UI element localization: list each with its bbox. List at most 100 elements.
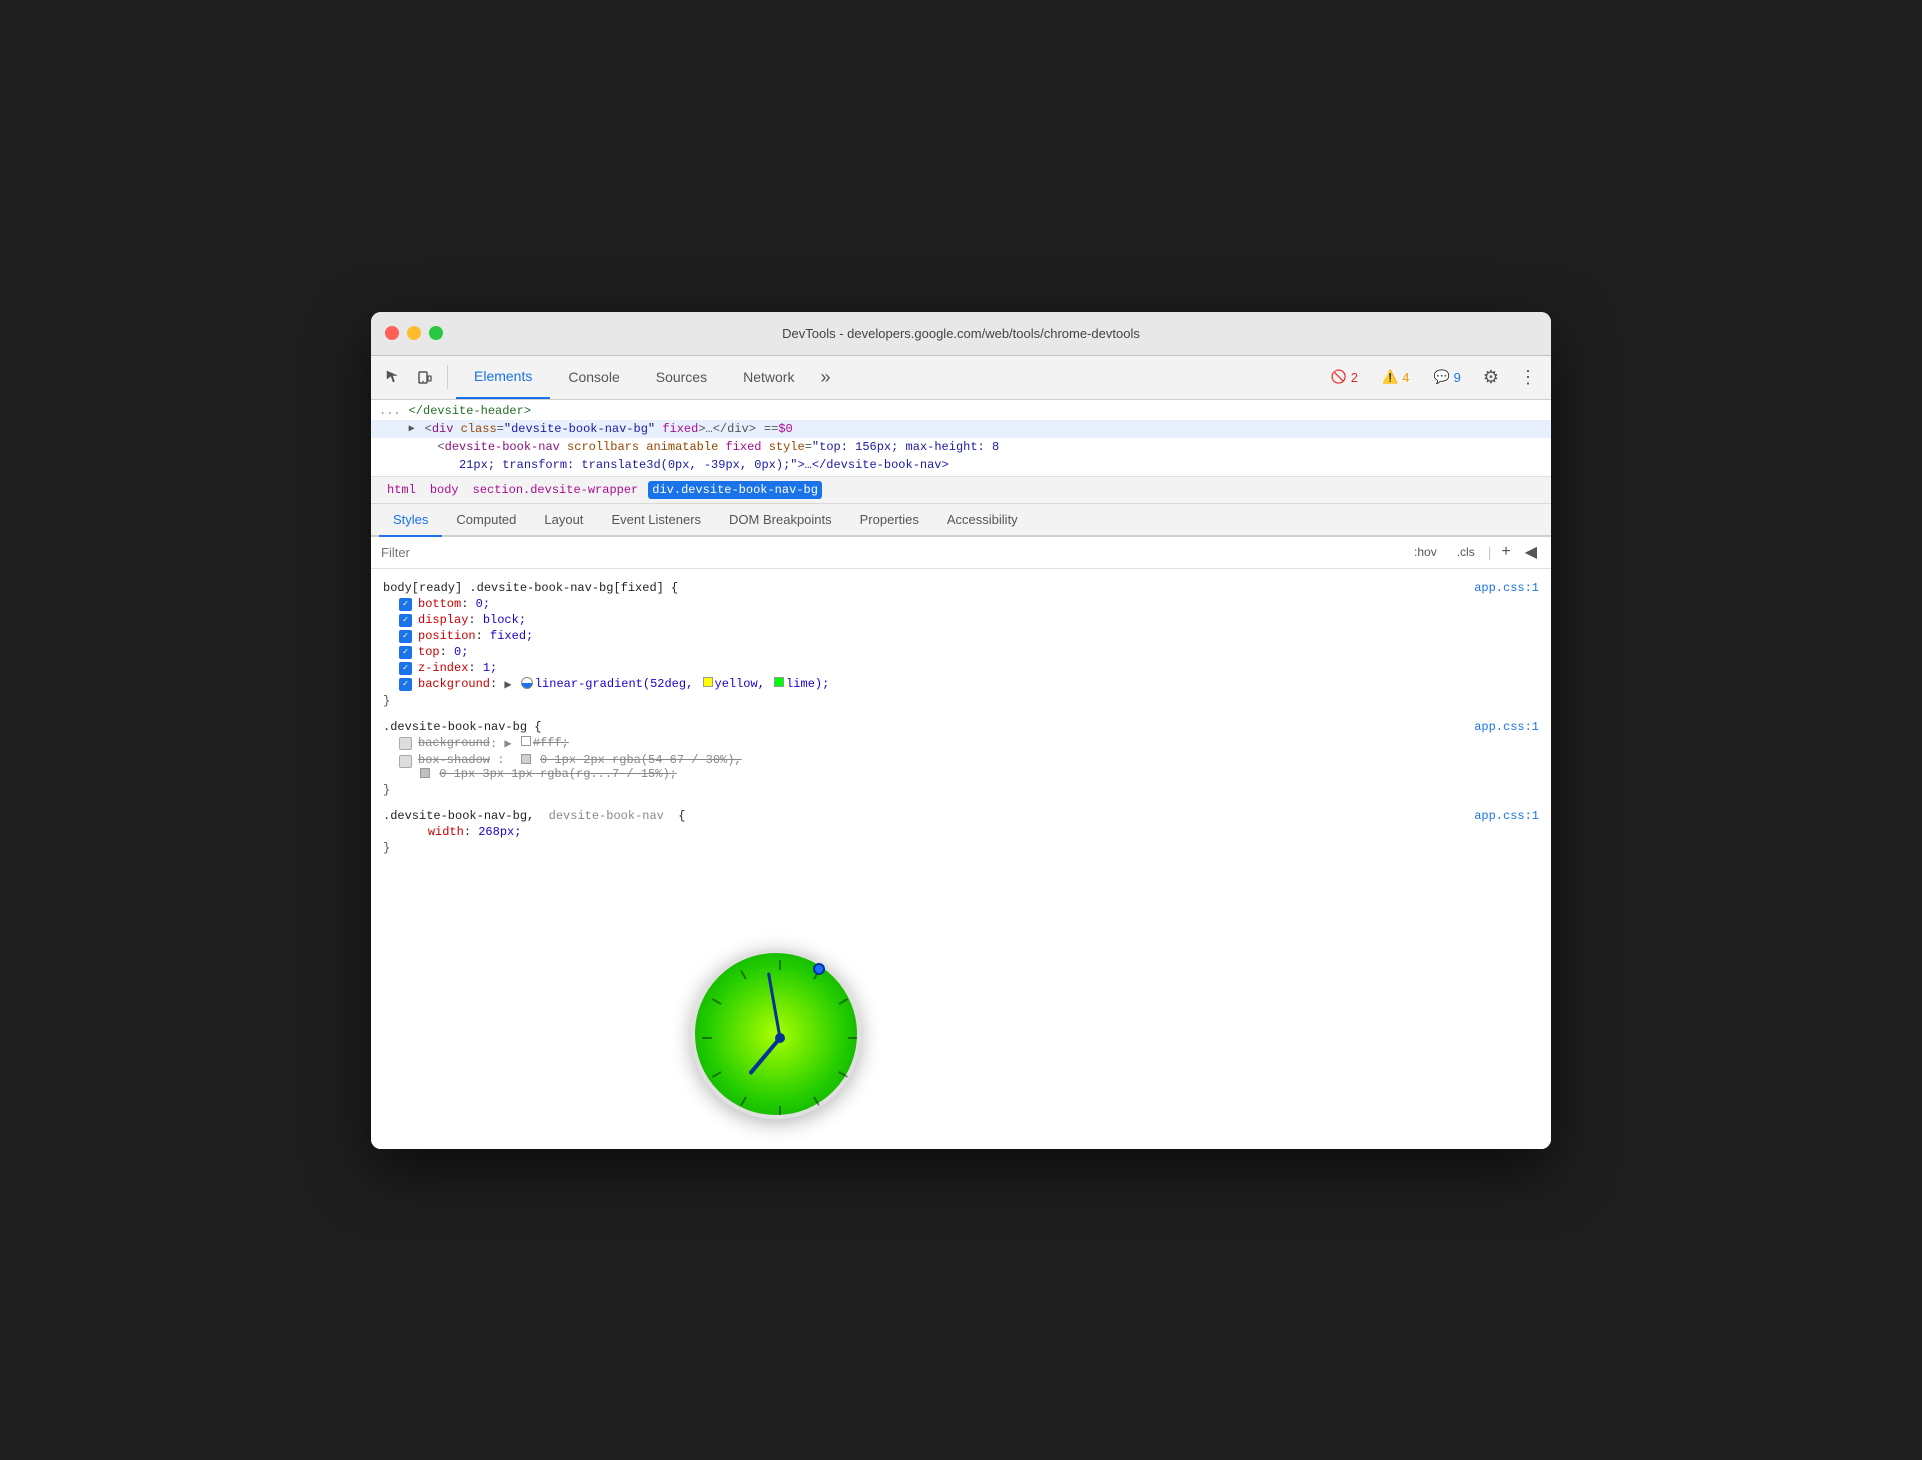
breadcrumb-section[interactable]: section.devsite-wrapper <box>469 481 643 499</box>
prop-val-display[interactable]: block; <box>483 613 526 627</box>
close-button[interactable] <box>385 326 399 340</box>
breadcrumb-div[interactable]: div.devsite-book-nav-bg <box>648 481 822 499</box>
prop-name-zindex[interactable]: z-index <box>418 661 468 675</box>
prop-name-top[interactable]: top <box>418 645 440 659</box>
prop-name-width[interactable]: width <box>428 825 464 839</box>
space-3 <box>560 440 567 454</box>
checkbox-display[interactable] <box>399 614 412 627</box>
rule-body-1: bottom : 0; display : block; <box>383 597 1539 692</box>
indent-width <box>399 825 428 839</box>
selector-text-1[interactable]: body[ready] .devsite-book-nav-bg[fixed] … <box>383 581 678 595</box>
clock-overlay <box>691 949 861 1119</box>
breadcrumb-body[interactable]: body <box>426 481 463 499</box>
lime-swatch[interactable] <box>774 677 784 687</box>
prop-name-background[interactable]: background <box>418 677 490 691</box>
tab-network[interactable]: Network <box>725 355 812 399</box>
prop-name-display[interactable]: display <box>418 613 468 627</box>
css-prop-background-2: background : ▶ #fff; <box>399 736 1539 751</box>
bs-val-1[interactable]: 0 1px 2px rgba(54 67 / 30%), <box>540 753 742 767</box>
prop-name-position[interactable]: position <box>418 629 476 643</box>
tab-styles[interactable]: Styles <box>379 504 442 537</box>
errors-badge[interactable]: 🚫 2 <box>1323 366 1366 388</box>
sub-tabs-bar: Styles Computed Layout Event Listeners D… <box>371 504 1551 537</box>
ellipsis-dots: ... <box>379 404 401 418</box>
checkbox-bottom[interactable] <box>399 598 412 611</box>
device-toolbar-button[interactable] <box>411 363 439 391</box>
tab-properties[interactable]: Properties <box>846 504 933 537</box>
bs-val-2[interactable]: 0 1px 3px 1px rgba(rg...7 / 15%); <box>439 767 677 781</box>
tab-layout[interactable]: Layout <box>530 504 597 537</box>
prop-val-bottom[interactable]: 0; <box>476 597 490 611</box>
breadcrumb-bar: html body section.devsite-wrapper div.de… <box>371 477 1551 504</box>
prop-name-bs[interactable]: box-shadow <box>418 753 490 767</box>
breadcrumb-html[interactable]: html <box>383 481 420 499</box>
tag-rest-2: >…</div> <box>698 422 756 436</box>
style-attr-3: style <box>769 440 805 454</box>
prop-name-bottom[interactable]: bottom <box>418 597 461 611</box>
tab-sources[interactable]: Sources <box>638 355 725 399</box>
tab-dom-breakpoints[interactable]: DOM Breakpoints <box>715 504 846 537</box>
white-swatch[interactable] <box>521 736 531 746</box>
collapse-button[interactable]: ◀ <box>1521 542 1541 562</box>
rule-source-3[interactable]: app.css:1 <box>1474 809 1539 823</box>
cls-button[interactable]: .cls <box>1450 542 1482 562</box>
tab-accessibility[interactable]: Accessibility <box>933 504 1032 537</box>
shadow-swatch-2[interactable] <box>420 768 430 778</box>
rule-close-brace-3: } <box>383 841 1539 855</box>
prop-val-bg-2[interactable]: #fff; <box>533 736 569 750</box>
selector-text-3b: devsite-book-nav <box>541 809 671 823</box>
html-line-2[interactable]: ▶ < div class = "devsite-book-nav-bg" fi… <box>371 420 1551 438</box>
bs-line-1: box-shadow : 0 1px 2px rgba(54 67 / 30%)… <box>418 753 742 767</box>
prop-val-top[interactable]: 0; <box>454 645 468 659</box>
window-title: DevTools - developers.google.com/web/too… <box>782 326 1140 341</box>
rule-source-1[interactable]: app.css:1 <box>1474 581 1539 595</box>
yellow-swatch[interactable] <box>703 677 713 687</box>
checkbox-zindex[interactable] <box>399 662 412 675</box>
devtools-window: DevTools - developers.google.com/web/too… <box>371 312 1551 1149</box>
tab-elements[interactable]: Elements <box>456 355 550 399</box>
filter-separator: | <box>1488 544 1492 560</box>
inspect-element-button[interactable] <box>379 363 407 391</box>
prop-val-position[interactable]: fixed; <box>490 629 533 643</box>
toolbar-divider <box>447 365 448 389</box>
css-rule-3: .devsite-book-nav-bg, devsite-book-nav {… <box>371 805 1551 863</box>
checkbox-bs[interactable] <box>399 755 412 768</box>
indent-4 <box>379 458 451 472</box>
prop-val-width[interactable]: 268px; <box>478 825 521 839</box>
prop-name-bg-2[interactable]: background <box>418 736 490 750</box>
shadow-swatch-1[interactable] <box>521 754 531 764</box>
more-menu-button[interactable]: ⋮ <box>1513 363 1543 392</box>
messages-badge[interactable]: 💬 9 <box>1425 366 1468 388</box>
indent-3 <box>379 440 429 454</box>
warnings-badge[interactable]: ⚠️ 4 <box>1374 366 1417 388</box>
checkbox-bg-2[interactable] <box>399 737 412 750</box>
arrow-expand-bg[interactable]: ▶ <box>504 677 518 692</box>
checkbox-background[interactable] <box>399 678 412 691</box>
space2b <box>655 422 662 436</box>
selector-text-2[interactable]: .devsite-book-nav-bg { <box>383 720 541 734</box>
dollar-zero: $0 <box>778 422 792 436</box>
prop-val-background[interactable]: linear-gradient( <box>535 677 650 691</box>
html-line-4[interactable]: 21px; transform: translate3d(0px, -39px,… <box>371 456 1551 474</box>
tab-event-listeners[interactable]: Event Listeners <box>597 504 715 537</box>
tab-computed[interactable]: Computed <box>442 504 530 537</box>
selector-text-3a[interactable]: .devsite-book-nav-bg, <box>383 809 534 823</box>
html-line-1[interactable]: ... </devsite-header> <box>371 402 1551 420</box>
attr-class-2: class <box>461 422 497 436</box>
settings-button[interactable]: ⚙ <box>1477 363 1505 392</box>
prop-val-zindex[interactable]: 1; <box>483 661 497 675</box>
expand-arrow-2[interactable]: ▶ <box>409 423 421 435</box>
hov-button[interactable]: :hov <box>1407 542 1444 562</box>
maximize-button[interactable] <box>429 326 443 340</box>
checkbox-position[interactable] <box>399 630 412 643</box>
html-line-3[interactable]: < devsite-book-nav scrollbars animatable… <box>371 438 1551 456</box>
gradient-icon[interactable] <box>521 677 533 689</box>
checkbox-top[interactable] <box>399 646 412 659</box>
filter-input[interactable] <box>381 545 1399 560</box>
more-tabs-button[interactable]: » <box>812 367 838 388</box>
minimize-button[interactable] <box>407 326 421 340</box>
rule-source-2[interactable]: app.css:1 <box>1474 720 1539 734</box>
add-style-button[interactable]: + <box>1497 543 1514 561</box>
tab-console[interactable]: Console <box>550 355 637 399</box>
traffic-lights <box>385 326 443 340</box>
